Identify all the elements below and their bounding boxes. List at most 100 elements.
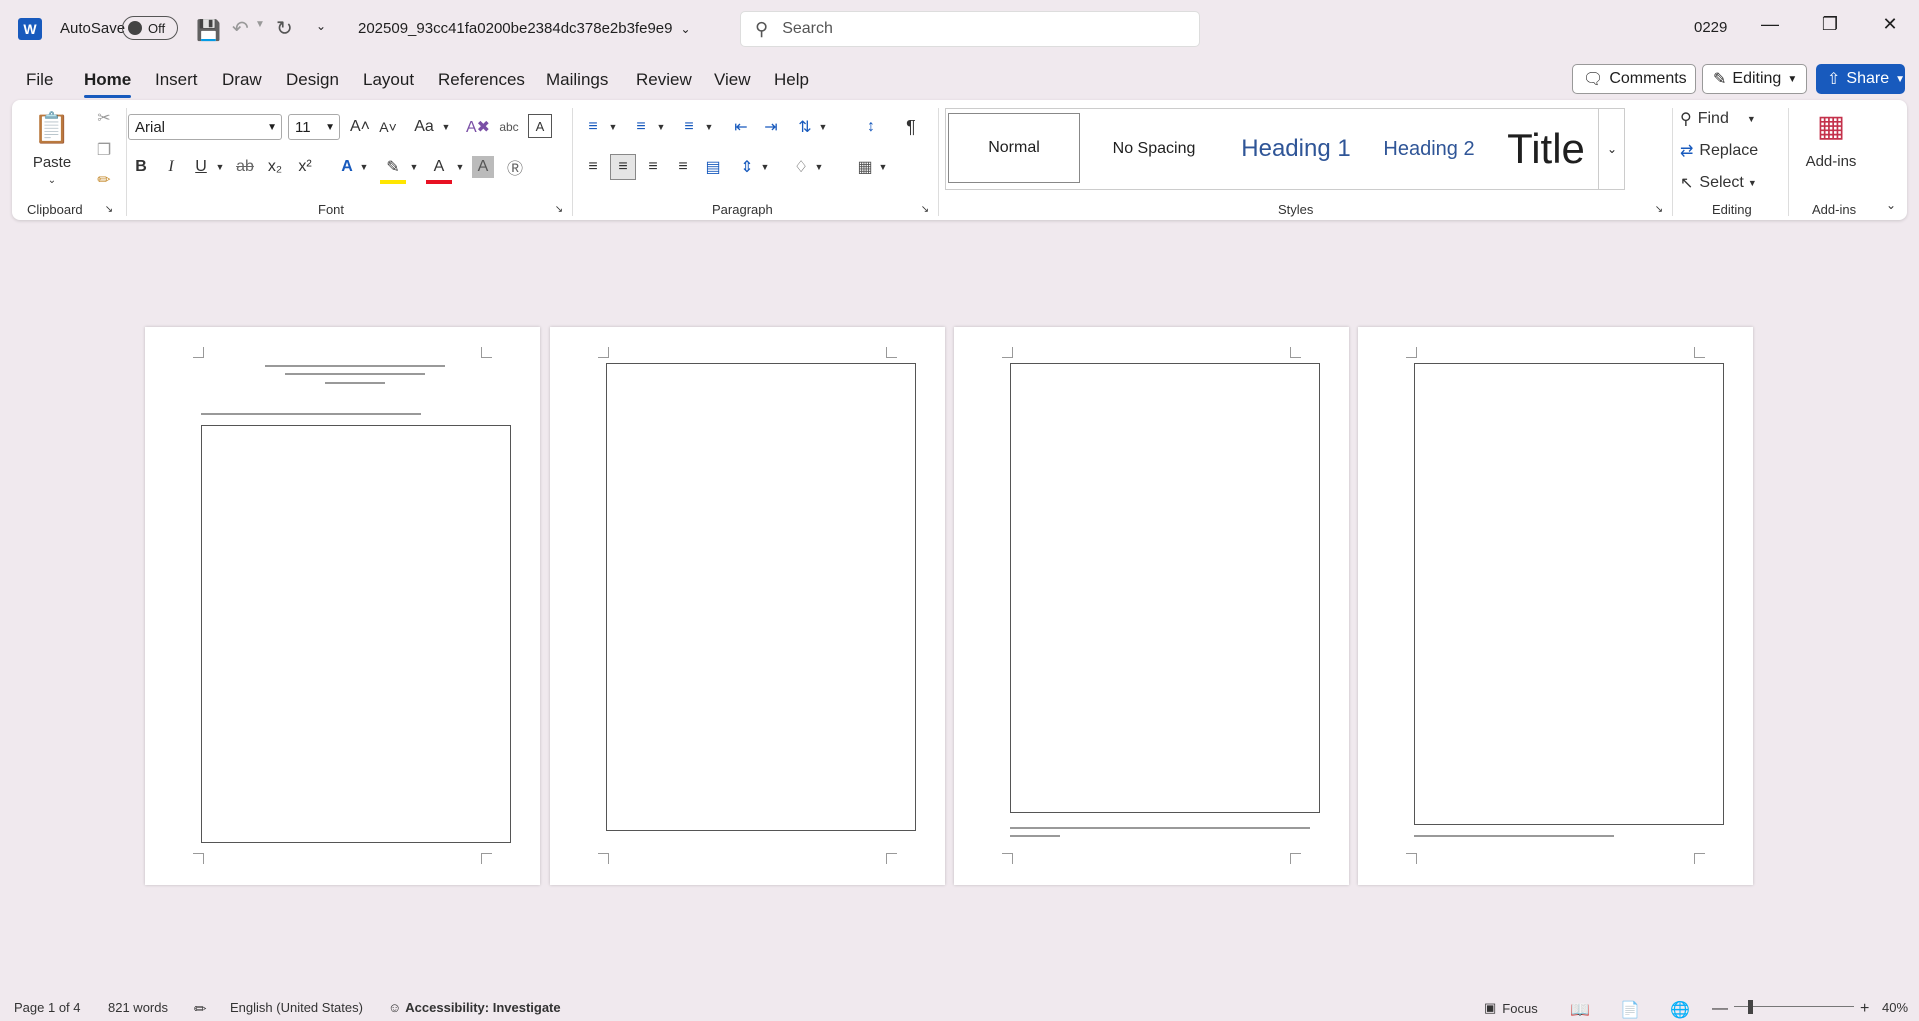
- borders-icon[interactable]: ▦: [852, 154, 878, 180]
- user-account[interactable]: 0229: [1694, 19, 1727, 36]
- align-right-icon[interactable]: ≡: [640, 154, 666, 180]
- customize-toolbar-icon[interactable]: ⌄: [316, 19, 326, 33]
- accessibility-status[interactable]: ☺ Accessibility: Investigate: [388, 1000, 561, 1015]
- show-formatting-marks-icon[interactable]: ¶: [898, 114, 924, 140]
- replace-button[interactable]: ⇄ Replace: [1680, 138, 1758, 164]
- subscript-icon[interactable]: x₂: [262, 154, 288, 180]
- numbering-dropdown-icon[interactable]: ▼: [656, 114, 666, 140]
- tab-file[interactable]: File: [26, 70, 53, 90]
- page-count[interactable]: Page 1 of 4: [14, 1000, 81, 1015]
- text-direction-dropdown-icon[interactable]: ▼: [818, 114, 828, 140]
- dialog-launcher-icon[interactable]: ↘: [918, 202, 932, 216]
- search-box[interactable]: ⚲ Search: [740, 11, 1200, 47]
- align-left-icon[interactable]: ≡: [580, 154, 606, 180]
- change-case-button[interactable]: Aa: [408, 114, 440, 140]
- grow-font-icon[interactable]: A˄: [348, 114, 372, 140]
- tab-design[interactable]: Design: [286, 70, 339, 90]
- italic-icon[interactable]: I: [158, 154, 184, 180]
- shrink-font-icon[interactable]: A˅: [376, 114, 400, 140]
- change-case-dropdown-icon[interactable]: ▼: [440, 114, 452, 140]
- comments-button[interactable]: 🗨 Comments: [1572, 64, 1696, 94]
- line-spacing-dropdown-icon[interactable]: ▼: [760, 154, 770, 180]
- justify-icon[interactable]: ≡: [670, 154, 696, 180]
- proofing-icon[interactable]: ✏: [194, 1000, 207, 1018]
- editing-mode-button[interactable]: ✎ Editing ▼: [1702, 64, 1807, 94]
- text-effects-icon[interactable]: A: [334, 154, 360, 180]
- page-3[interactable]: [954, 327, 1349, 885]
- style-title[interactable]: Title: [1496, 109, 1596, 189]
- restore-icon[interactable]: ❐: [1810, 14, 1850, 35]
- page-1[interactable]: [145, 327, 540, 885]
- font-size-select[interactable]: 11 ▼: [288, 114, 340, 140]
- styles-more-icon[interactable]: ⌄: [1598, 109, 1625, 189]
- paste-dropdown-icon[interactable]: ⌄: [44, 174, 60, 186]
- paste-icon[interactable]: 📋: [33, 106, 70, 150]
- text-effects-dropdown-icon[interactable]: ▼: [358, 154, 370, 180]
- clear-formatting-icon[interactable]: A✖: [466, 114, 490, 140]
- close-icon[interactable]: ✕: [1870, 14, 1910, 35]
- tab-home[interactable]: Home: [84, 70, 132, 98]
- format-painter-icon[interactable]: ✏: [92, 168, 116, 192]
- copy-icon[interactable]: ❐: [92, 138, 116, 162]
- cut-icon[interactable]: ✂: [92, 106, 116, 130]
- style-no-spacing[interactable]: No Spacing: [1084, 109, 1224, 189]
- superscript-icon[interactable]: x²: [292, 154, 318, 180]
- zoom-slider-handle[interactable]: [1748, 1000, 1753, 1014]
- font-color-dropdown-icon[interactable]: ▼: [454, 154, 466, 180]
- bullets-icon[interactable]: ≡: [580, 114, 606, 140]
- dialog-launcher-icon[interactable]: ↘: [552, 202, 566, 216]
- tab-layout[interactable]: Layout: [363, 70, 414, 90]
- share-button[interactable]: ⇧ Share ▼: [1816, 64, 1905, 94]
- select-button[interactable]: ↖ Select ▼: [1680, 170, 1757, 196]
- phonetic-guide-icon[interactable]: abc: [496, 114, 522, 140]
- tab-draw[interactable]: Draw: [222, 70, 262, 90]
- increase-indent-icon[interactable]: ⇥: [758, 114, 784, 140]
- autosave-toggle[interactable]: Off: [122, 16, 178, 40]
- underline-icon[interactable]: U: [188, 154, 214, 180]
- sort-icon[interactable]: ↕: [858, 114, 884, 140]
- collapse-ribbon-icon[interactable]: ⌄: [1882, 196, 1900, 214]
- shading-dropdown-icon[interactable]: ▼: [814, 154, 824, 180]
- read-mode-icon[interactable]: 📖: [1570, 1000, 1590, 1020]
- find-button[interactable]: ⚲ Find ▼: [1680, 106, 1756, 132]
- tab-references[interactable]: References: [438, 70, 525, 90]
- add-ins-button[interactable]: Add-ins: [1796, 150, 1866, 172]
- borders-dropdown-icon[interactable]: ▼: [878, 154, 888, 180]
- language[interactable]: English (United States): [230, 1000, 363, 1015]
- highlight-icon[interactable]: ✎: [380, 154, 406, 184]
- bullets-dropdown-icon[interactable]: ▼: [608, 114, 618, 140]
- dialog-launcher-icon[interactable]: ↘: [102, 202, 116, 216]
- multilevel-list-icon[interactable]: ≡: [676, 114, 702, 140]
- redo-icon[interactable]: ↻: [276, 16, 293, 41]
- dialog-launcher-icon[interactable]: ↘: [1652, 202, 1666, 216]
- print-layout-icon[interactable]: 📄: [1620, 1000, 1640, 1020]
- focus-button[interactable]: ▣ Focus: [1484, 1000, 1538, 1016]
- underline-dropdown-icon[interactable]: ▼: [214, 154, 226, 180]
- undo-dropdown-icon[interactable]: ▼: [255, 19, 265, 30]
- document-title[interactable]: 202509_93cc41fa0200be2384dc378e2b3fe9e9 ⌄: [358, 20, 691, 37]
- style-normal[interactable]: Normal: [948, 113, 1080, 183]
- decrease-indent-icon[interactable]: ⇤: [728, 114, 754, 140]
- align-center-icon[interactable]: ≡: [610, 154, 636, 180]
- undo-icon[interactable]: ↶: [232, 16, 249, 41]
- distributed-icon[interactable]: ▤: [700, 154, 726, 180]
- zoom-level[interactable]: 40%: [1882, 1000, 1908, 1015]
- shading-icon[interactable]: ♢: [788, 154, 814, 180]
- enclose-characters-icon[interactable]: Ⓡ: [502, 154, 528, 180]
- font-color-icon[interactable]: A: [426, 154, 452, 184]
- minimize-icon[interactable]: —: [1750, 14, 1790, 35]
- bold-icon[interactable]: B: [128, 154, 154, 180]
- paste-button[interactable]: Paste: [32, 152, 72, 172]
- document-canvas[interactable]: [0, 222, 1919, 992]
- character-border-icon[interactable]: A: [528, 114, 552, 138]
- word-count[interactable]: 821 words: [108, 1000, 168, 1015]
- multilevel-dropdown-icon[interactable]: ▼: [704, 114, 714, 140]
- font-name-select[interactable]: Arial ▼: [128, 114, 282, 140]
- tab-insert[interactable]: Insert: [155, 70, 198, 90]
- page-4[interactable]: [1358, 327, 1753, 885]
- zoom-out-icon[interactable]: —: [1712, 1000, 1728, 1018]
- highlight-dropdown-icon[interactable]: ▼: [408, 154, 420, 180]
- add-ins-icon[interactable]: ▦: [1796, 106, 1866, 146]
- line-spacing-icon[interactable]: ⇕: [734, 154, 760, 180]
- tab-help[interactable]: Help: [774, 70, 809, 90]
